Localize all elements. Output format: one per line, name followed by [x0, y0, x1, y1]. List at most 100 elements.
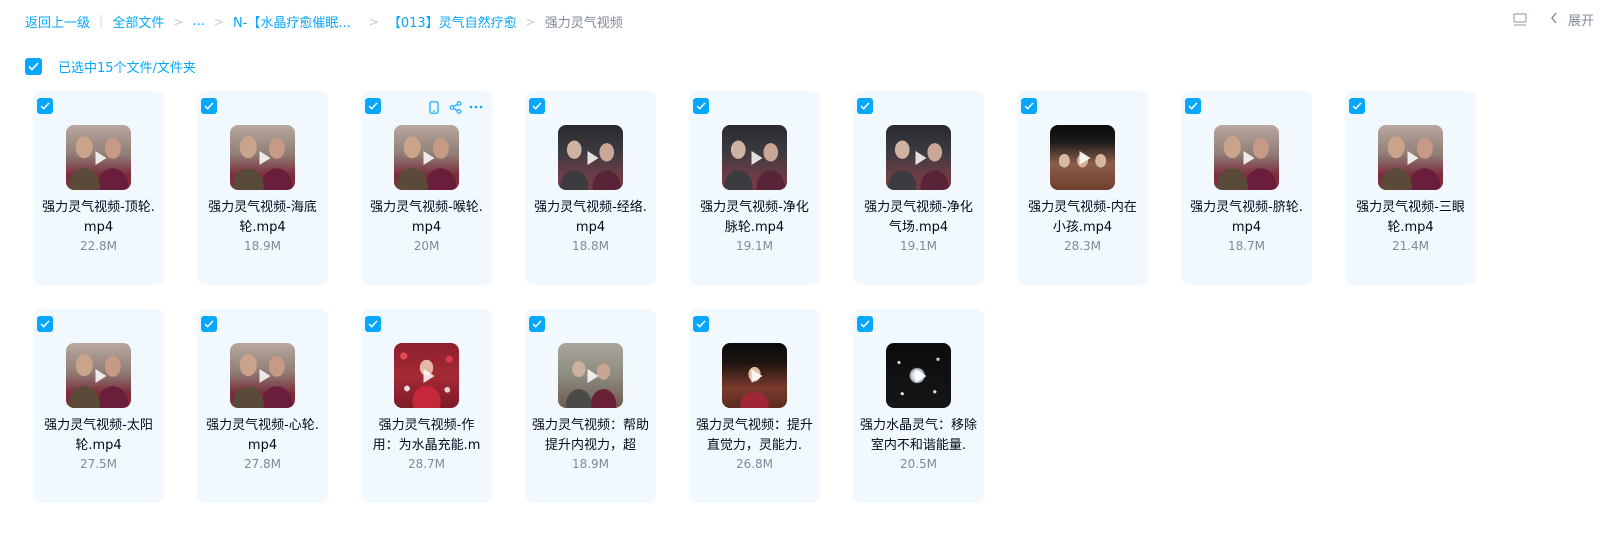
video-thumbnail[interactable] — [886, 343, 951, 408]
file-card[interactable]: 强力灵气视频-喉轮.mp4 20M — [361, 91, 492, 285]
video-thumbnail[interactable] — [558, 125, 623, 190]
file-size: 26.8M — [735, 457, 774, 471]
video-thumbnail[interactable] — [558, 343, 623, 408]
file-card[interactable]: 强力灵气视频-海底轮.mp4 18.9M — [197, 91, 328, 285]
file-name[interactable]: 强力灵气视频-心轮.mp4 — [203, 416, 322, 456]
file-name[interactable]: 强力灵气视频-经络.mp4 — [531, 198, 650, 238]
list-view-icon[interactable] — [1512, 12, 1528, 28]
play-icon — [423, 150, 434, 165]
file-card[interactable]: 强力灵气视频-内在小孩.mp4 28.3M — [1017, 91, 1148, 285]
file-checkbox[interactable] — [1185, 98, 1201, 114]
file-name[interactable]: 强力灵气视频-净化脉轮.mp4 — [695, 198, 814, 238]
play-icon — [915, 150, 926, 165]
play-icon — [259, 150, 270, 165]
file-checkbox[interactable] — [365, 98, 381, 114]
file-checkbox[interactable] — [693, 98, 709, 114]
file-card[interactable]: 强力灵气视频-脐轮.mp4 18.7M — [1181, 91, 1312, 285]
video-thumbnail[interactable] — [1050, 125, 1115, 190]
file-card[interactable]: 强力灵气视频-净化气场.mp4 19.1M — [853, 91, 984, 285]
breadcrumb-level2[interactable]: 【013】灵气自然疗愈 — [388, 12, 517, 31]
breadcrumb-separator: > — [213, 14, 224, 29]
file-size: 19.1M — [735, 239, 774, 253]
file-card[interactable]: 强力灵气视频-心轮.mp4 27.8M — [197, 309, 328, 503]
play-icon — [915, 368, 926, 383]
file-name[interactable]: 强力灵气视频：帮助提升内视力，超 — [531, 416, 650, 456]
file-name[interactable]: 强力灵气视频-脐轮.mp4 — [1187, 198, 1306, 238]
play-icon — [587, 150, 598, 165]
file-checkbox[interactable] — [201, 316, 217, 332]
file-name[interactable]: 强力灵气视频：提升直觉力，灵能力. — [695, 416, 814, 456]
file-card[interactable]: 强力灵气视频：帮助提升内视力，超 18.9M — [525, 309, 656, 503]
file-card[interactable]: 强力灵气视频：提升直觉力，灵能力. 26.8M — [689, 309, 820, 503]
file-card[interactable]: 强力灵气视频-作用：为水晶充能.m 28.7M — [361, 309, 492, 503]
file-name[interactable]: 强力灵气视频-三眼轮.mp4 — [1351, 198, 1470, 238]
file-checkbox[interactable] — [857, 98, 873, 114]
play-icon — [587, 368, 598, 383]
file-checkbox[interactable] — [37, 98, 53, 114]
play-icon — [423, 368, 434, 383]
video-thumbnail[interactable] — [1214, 125, 1279, 190]
share-icon[interactable] — [447, 99, 463, 115]
chevron-left-icon — [1550, 12, 1558, 28]
breadcrumb-ellipsis[interactable]: ... — [192, 14, 204, 29]
play-icon — [1079, 150, 1090, 165]
file-checkbox[interactable] — [529, 98, 545, 114]
file-name[interactable]: 强力灵气视频-净化气场.mp4 — [859, 198, 978, 238]
video-thumbnail[interactable] — [886, 125, 951, 190]
file-checkbox[interactable] — [857, 316, 873, 332]
breadcrumb-current: 强力灵气视频 — [544, 16, 623, 31]
breadcrumb-all-files[interactable]: 全部文件 — [112, 12, 164, 31]
breadcrumb-separator: > — [173, 14, 184, 29]
back-link[interactable]: 返回上一级 — [25, 12, 90, 31]
toolbar-right: 展开 — [1512, 10, 1594, 29]
file-checkbox[interactable] — [693, 316, 709, 332]
video-thumbnail[interactable] — [394, 125, 459, 190]
file-size: 19.1M — [899, 239, 938, 253]
more-icon[interactable] — [468, 99, 484, 115]
breadcrumb-level1[interactable]: N-【水晶疗愈催眠... — [233, 12, 351, 31]
file-size: 22.8M — [79, 239, 118, 253]
phone-icon[interactable] — [426, 99, 442, 115]
file-checkbox[interactable] — [1021, 98, 1037, 114]
file-card[interactable]: 强力灵气视频-太阳轮.mp4 27.5M — [33, 309, 164, 503]
file-name[interactable]: 强力灵气视频-海底轮.mp4 — [203, 198, 322, 238]
file-size: 28.7M — [407, 457, 446, 471]
file-name[interactable]: 强力灵气视频-太阳轮.mp4 — [39, 416, 158, 456]
play-icon — [1407, 150, 1418, 165]
file-size: 18.8M — [571, 239, 610, 253]
file-card[interactable]: 强力灵气视频-顶轮.mp4 22.8M — [33, 91, 164, 285]
select-all-row: 已选中15个文件/文件夹 — [25, 57, 196, 76]
video-thumbnail[interactable] — [1378, 125, 1443, 190]
file-name[interactable]: 强力灵气视频-顶轮.mp4 — [39, 198, 158, 238]
file-name[interactable]: 强力水晶灵气：移除室内不和谐能量. — [859, 416, 978, 456]
file-checkbox[interactable] — [365, 316, 381, 332]
file-card[interactable]: 强力灵气视频-三眼轮.mp4 21.4M — [1345, 91, 1476, 285]
file-name[interactable]: 强力灵气视频-内在小孩.mp4 — [1023, 198, 1142, 238]
file-size: 18.9M — [243, 239, 282, 253]
play-icon — [95, 150, 106, 165]
play-icon — [751, 150, 762, 165]
file-card[interactable]: 强力灵气视频-经络.mp4 18.8M — [525, 91, 656, 285]
breadcrumb-divider: | — [99, 14, 104, 29]
video-thumbnail[interactable] — [722, 343, 787, 408]
video-thumbnail[interactable] — [722, 125, 787, 190]
file-card[interactable]: 强力水晶灵气：移除室内不和谐能量. 20.5M — [853, 309, 984, 503]
video-thumbnail[interactable] — [394, 343, 459, 408]
file-name[interactable]: 强力灵气视频-喉轮.mp4 — [367, 198, 486, 238]
file-name[interactable]: 强力灵气视频-作用：为水晶充能.m — [367, 416, 486, 456]
video-thumbnail[interactable] — [66, 343, 131, 408]
file-size: 28.3M — [1063, 239, 1102, 253]
file-checkbox[interactable] — [529, 316, 545, 332]
file-size: 18.7M — [1227, 239, 1266, 253]
play-icon — [95, 368, 106, 383]
file-checkbox[interactable] — [37, 316, 53, 332]
select-all-checkbox[interactable] — [25, 58, 42, 75]
file-size: 27.8M — [243, 457, 282, 471]
video-thumbnail[interactable] — [66, 125, 131, 190]
video-thumbnail[interactable] — [230, 343, 295, 408]
file-checkbox[interactable] — [1349, 98, 1365, 114]
file-checkbox[interactable] — [201, 98, 217, 114]
file-card[interactable]: 强力灵气视频-净化脉轮.mp4 19.1M — [689, 91, 820, 285]
video-thumbnail[interactable] — [230, 125, 295, 190]
expand-button[interactable]: 展开 — [1550, 10, 1594, 29]
